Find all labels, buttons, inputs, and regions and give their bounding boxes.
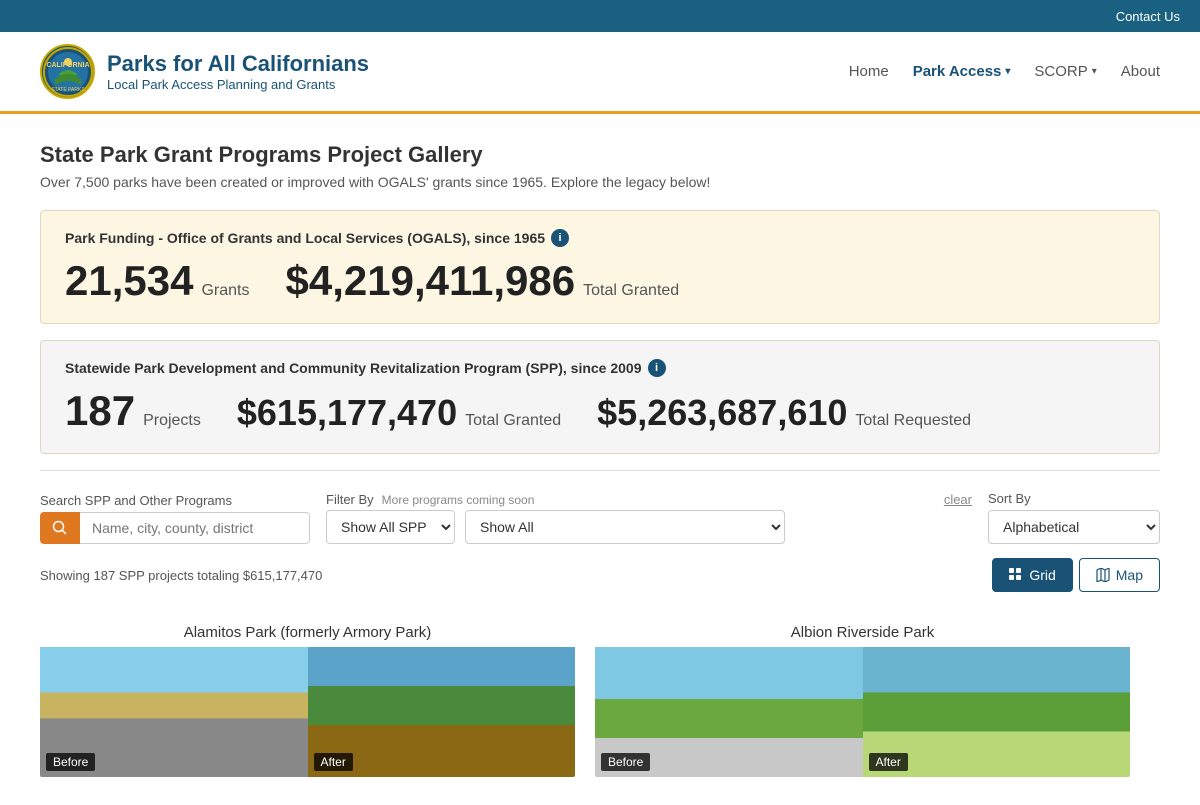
- spp-box-title: Statewide Park Development and Community…: [65, 359, 1135, 377]
- ogals-stats-box: Park Funding - Office of Grants and Loca…: [40, 210, 1160, 324]
- spp-requested-stat: $5,263,687,610 Total Requested: [597, 392, 971, 434]
- spp-projects-stat: 187 Projects: [65, 387, 201, 435]
- nav-scorp-button[interactable]: SCORP ▾: [1034, 63, 1096, 80]
- spp-requested-label: Total Requested: [855, 412, 971, 430]
- show-all-select[interactable]: Show All Alameda Alpine Amador: [465, 510, 785, 544]
- before-label: Before: [46, 753, 95, 771]
- grid-view-button[interactable]: Grid: [992, 558, 1072, 592]
- grid-icon: [1009, 568, 1023, 582]
- nav-park-access-dropdown[interactable]: Park Access ▾: [913, 63, 1011, 80]
- map-icon: [1096, 568, 1110, 582]
- search-input[interactable]: [80, 512, 310, 544]
- main-content: State Park Grant Programs Project Galler…: [0, 114, 1200, 805]
- filter-row: Search SPP and Other Programs Filter By: [40, 491, 1160, 544]
- nav-about[interactable]: About: [1121, 63, 1160, 80]
- filter-by-selects: Show All SPP SPP Round 1 SPP Round 2 SPP…: [326, 510, 972, 544]
- nav-home[interactable]: Home: [849, 63, 889, 80]
- ogals-stat-row: 21,534 Grants $4,219,411,986 Total Grant…: [65, 257, 1135, 305]
- spp-info-icon[interactable]: i: [648, 359, 666, 377]
- seal-svg: CALIFORNIA STATE PARKS: [43, 47, 93, 97]
- spp-requested-number: $5,263,687,610: [597, 392, 847, 434]
- sort-by-select[interactable]: Alphabetical Grant Amount (High) Grant A…: [988, 510, 1160, 544]
- search-group: Search SPP and Other Programs: [40, 493, 310, 544]
- spp-stat-row: 187 Projects $615,177,470 Total Granted …: [65, 387, 1135, 435]
- after-label: After: [314, 753, 353, 771]
- card-images: Before After: [40, 647, 575, 777]
- spp-granted-label: Total Granted: [465, 412, 561, 430]
- search-icon: [52, 520, 68, 536]
- filterby-sublabel: More programs coming soon: [382, 493, 535, 507]
- spp-projects-number: 187: [65, 387, 135, 435]
- site-subtitle: Local Park Access Planning and Grants: [107, 77, 369, 92]
- project-gallery: Alamitos Park (formerly Armory Park) Bef…: [40, 618, 1160, 777]
- main-nav: Home Park Access ▾ SCORP ▾ About: [849, 63, 1160, 80]
- card-before-image: Before: [40, 647, 308, 777]
- nav-scorp-dropdown[interactable]: SCORP ▾: [1034, 63, 1096, 80]
- card-title: Albion Riverside Park: [595, 618, 1130, 647]
- before-label: Before: [601, 753, 650, 771]
- card-images: Before After: [595, 647, 1130, 777]
- ogals-total-stat: $4,219,411,986 Total Granted: [285, 257, 679, 305]
- page-title: State Park Grant Programs Project Galler…: [40, 142, 1160, 168]
- chevron-down-icon: ▾: [1005, 66, 1010, 77]
- site-title: Parks for All Californians: [107, 51, 369, 77]
- card-after-image: After: [863, 647, 1131, 777]
- header: CALIFORNIA STATE PARKS Parks for All Cal…: [0, 32, 1200, 114]
- search-button[interactable]: [40, 512, 80, 544]
- logo-area: CALIFORNIA STATE PARKS Parks for All Cal…: [40, 44, 369, 99]
- ogals-box-title: Park Funding - Office of Grants and Loca…: [65, 229, 1135, 247]
- sort-group: Sort By Alphabetical Grant Amount (High)…: [988, 491, 1160, 544]
- nav-park-access-button[interactable]: Park Access ▾: [913, 63, 1011, 80]
- card-after-image: After: [308, 647, 576, 777]
- spp-granted-stat: $615,177,470 Total Granted: [237, 392, 561, 434]
- after-label: After: [869, 753, 908, 771]
- map-view-button[interactable]: Map: [1079, 558, 1160, 592]
- spp-granted-number: $615,177,470: [237, 392, 457, 434]
- ogals-total-label: Total Granted: [583, 282, 679, 300]
- logo-seal: CALIFORNIA STATE PARKS: [40, 44, 95, 99]
- ogals-total-number: $4,219,411,986: [285, 257, 575, 305]
- card-before-image: Before: [595, 647, 863, 777]
- ogals-grants-label: Grants: [201, 282, 249, 300]
- ogals-info-icon[interactable]: i: [551, 229, 569, 247]
- svg-text:STATE PARKS: STATE PARKS: [51, 87, 85, 93]
- view-toggles: Grid Map: [992, 558, 1160, 592]
- top-bar: Contact Us: [0, 0, 1200, 32]
- spp-projects-label: Projects: [143, 412, 201, 430]
- filterby-label-row: Filter By More programs coming soon: [326, 492, 534, 507]
- clear-filter-link[interactable]: clear: [944, 492, 972, 507]
- search-wrapper: [40, 512, 310, 544]
- search-label: Search SPP and Other Programs: [40, 493, 310, 508]
- spp-stats-box: Statewide Park Development and Community…: [40, 340, 1160, 454]
- filterby-label: Filter By: [326, 492, 374, 507]
- chevron-down-icon-scorp: ▾: [1092, 66, 1097, 77]
- page-subtitle: Over 7,500 parks have been created or im…: [40, 174, 1160, 190]
- spp-filter-select[interactable]: Show All SPP SPP Round 1 SPP Round 2 SPP…: [326, 510, 455, 544]
- gallery-card[interactable]: Albion Riverside Park Before After: [595, 618, 1130, 777]
- ogals-grants-number: 21,534: [65, 257, 193, 305]
- contact-us-link[interactable]: Contact Us: [1116, 9, 1180, 24]
- results-row: Showing 187 SPP projects totaling $615,1…: [40, 558, 1160, 592]
- filterby-group: Filter By More programs coming soon clea…: [326, 492, 972, 544]
- card-title: Alamitos Park (formerly Armory Park): [40, 618, 575, 647]
- filterby-top: Filter By More programs coming soon clea…: [326, 492, 972, 507]
- sort-by-label: Sort By: [988, 491, 1160, 506]
- filter-section: Search SPP and Other Programs Filter By: [40, 470, 1160, 618]
- logo-text: Parks for All Californians Local Park Ac…: [107, 51, 369, 92]
- ogals-grants-stat: 21,534 Grants: [65, 257, 249, 305]
- gallery-card[interactable]: Alamitos Park (formerly Armory Park) Bef…: [40, 618, 575, 777]
- results-text: Showing 187 SPP projects totaling $615,1…: [40, 568, 322, 583]
